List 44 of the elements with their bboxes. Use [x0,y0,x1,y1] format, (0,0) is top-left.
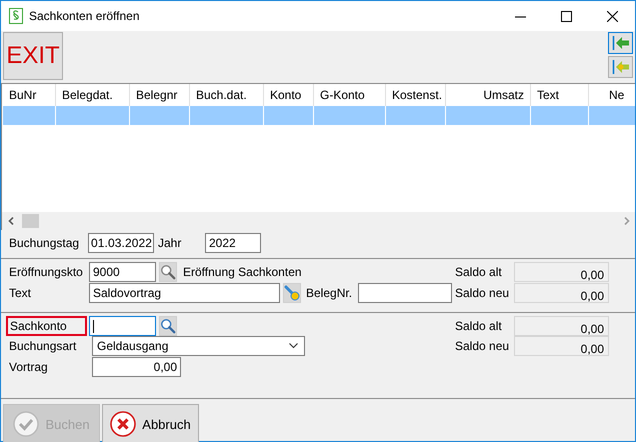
scroll-left-icon[interactable] [8,217,14,225]
receipt-field[interactable] [358,283,452,303]
account-field[interactable] [89,316,156,336]
column-header[interactable]: Ne [589,84,635,106]
maximize-icon[interactable] [560,10,572,22]
year-field[interactable]: 2022 [205,233,261,253]
account-field[interactable]: 9000 [89,262,156,282]
balance-label: Saldo alt [455,265,503,279]
field-label: Buchungstag [9,236,80,250]
scroll-right-icon[interactable] [624,217,630,225]
window-title: Sachkonten eröffnen [29,9,141,23]
exit-button[interactable]: EXIT [3,32,63,80]
text-field[interactable]: Saldovortrag [89,283,280,303]
balance-label: Saldo neu [455,339,510,353]
field-label: Text [9,286,32,300]
account-name: Eröffnung Sachkonten [183,265,302,279]
check-icon [13,411,40,437]
chevron-icon [289,343,298,349]
back-arrow-button[interactable] [608,32,633,54]
balance-label: Saldo neu [455,286,510,300]
app-icon [9,8,23,24]
balance-label: Saldo alt [455,319,503,333]
field-label: Vortrag [9,360,49,374]
balance-field: 0,00 [514,283,609,303]
field-label: Eröffnungskto [9,265,84,279]
search-icon[interactable] [159,262,177,282]
cancel-button[interactable]: Abbruch [102,404,199,442]
carry-field[interactable]: 0,00 [92,357,181,377]
key-icon[interactable] [283,283,301,303]
balance-field: 0,00 [514,262,609,282]
close-icon[interactable] [606,10,618,22]
scroll-thumb[interactable] [22,214,39,228]
field-label: Sachkonto [6,316,87,336]
type-dropdown[interactable]: Geldausgang [92,336,305,356]
field-label: BelegNr. [306,286,354,300]
field-label: Buchungsart [9,339,78,353]
date-field[interactable]: 01.03.2022 [88,233,154,253]
search-icon[interactable] [159,316,177,336]
horizontal-scrollbar[interactable] [2,212,635,230]
balance-field: 0,00 [514,336,609,356]
field-label: Jahr [157,236,182,250]
cancel-icon [110,411,136,437]
balance-field: 0,00 [514,316,609,336]
back-arrow-cancel-button[interactable] [608,56,633,78]
